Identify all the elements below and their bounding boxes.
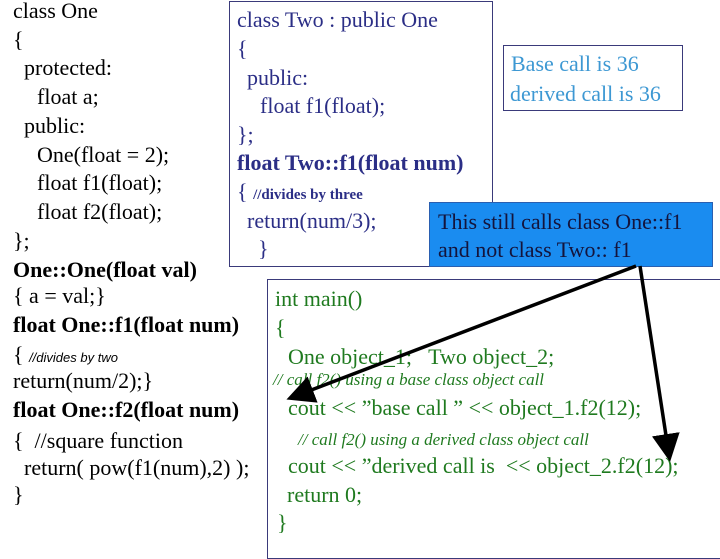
open-brace: {: [13, 342, 30, 367]
f1-override-definition: float Two::f1(float num): [237, 150, 464, 175]
code-line: return(num/3);: [247, 208, 377, 233]
code-line: public:: [247, 65, 309, 90]
code-line: { //divides by two: [13, 342, 118, 368]
f2-definition: float One::f2(float num): [13, 397, 240, 422]
code-line: float f2(float);: [37, 199, 163, 224]
main-function-code-box: int main() { One object_1; Two object_2;…: [267, 279, 720, 559]
code-line: float a;: [37, 84, 99, 109]
code-line: float f1(float);: [37, 170, 163, 195]
code-line: return(num/2);}: [13, 368, 154, 393]
code-line: float f1(float);: [260, 93, 386, 118]
code-line: }: [277, 510, 288, 535]
code-line: };: [237, 122, 254, 147]
output-line: derived call is 36: [510, 81, 661, 106]
code-line: protected:: [24, 55, 112, 80]
callout-note: This still calls class One::f1 and not c…: [429, 202, 713, 267]
code-line: };: [13, 228, 30, 253]
code-line: return( pow(f1(num),2) );: [24, 455, 250, 480]
code-line: }: [258, 236, 269, 261]
code-comment: // call f2() using a derived class objec…: [298, 430, 589, 449]
derived-call-statement: cout << ”derived call is << object_2.f2(…: [288, 453, 679, 478]
code-line: int main(): [275, 286, 363, 311]
output-line: Base call is 36: [511, 51, 639, 76]
code-line: class Two : public One: [237, 7, 438, 32]
callout-line: This still calls class One::f1: [438, 209, 683, 234]
code-line: { a = val;}: [13, 283, 106, 308]
code-line: public:: [24, 113, 86, 138]
code-line: }: [13, 482, 24, 507]
open-brace: {: [237, 179, 254, 204]
code-comment: //divides by two: [29, 350, 118, 365]
code-comment: // call f2() using a base class object c…: [273, 370, 545, 389]
code-line: { //square function: [13, 428, 184, 453]
base-call-statement: cout << ”base call ” << object_1.f2(12);: [288, 395, 642, 420]
code-line: {: [13, 27, 24, 52]
callout-line: and not class Two:: f1: [438, 237, 632, 262]
code-line: class One: [13, 0, 98, 23]
code-line: {: [275, 315, 286, 340]
code-line: {: [237, 36, 248, 61]
code-line: One(float = 2);: [37, 142, 170, 167]
code-comment: //divides by three: [253, 187, 363, 203]
program-output-box: Base call is 36 derived call is 36: [503, 45, 683, 111]
constructor-definition: One::One(float val): [13, 257, 197, 282]
code-line: { //divides by three: [237, 179, 363, 205]
code-line: return 0;: [287, 482, 363, 507]
f1-definition: float One::f1(float num): [13, 312, 240, 337]
